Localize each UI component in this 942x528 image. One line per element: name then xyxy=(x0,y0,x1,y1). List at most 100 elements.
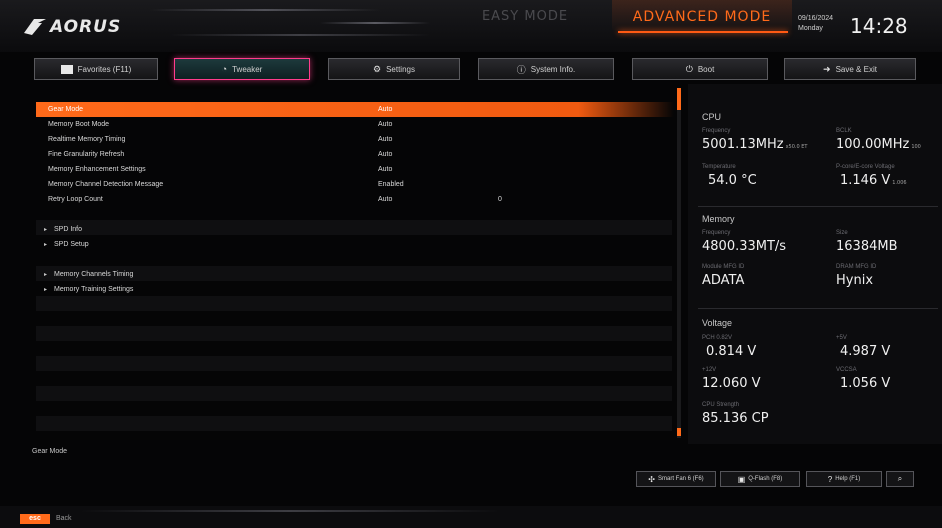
system-info-panel: CPU Frequency 5001.13MHz x50.0 ET BCLK 10… xyxy=(688,84,942,444)
q-flash-label: Q-Flash (F8) xyxy=(748,476,783,482)
search-icon: ⌕ xyxy=(897,474,903,483)
setting-label: Memory Boot Mode xyxy=(48,121,110,128)
decor-streak xyxy=(150,9,380,11)
setting-fine-granularity-refresh[interactable]: Fine Granularity Refresh Auto xyxy=(36,147,674,162)
bclk-value: 100.00MHz 100 xyxy=(836,137,921,152)
bullet-icon: ▸ xyxy=(44,272,48,278)
tab-boot[interactable]: ⏻ Boot xyxy=(632,58,768,80)
date-text: 09/16/2024 xyxy=(798,15,834,22)
setting-value[interactable]: Auto xyxy=(378,151,392,158)
voltage-section-title: Voltage xyxy=(702,318,733,328)
tab-label: Boot xyxy=(697,64,715,74)
tab-settings[interactable]: ⚙ Settings xyxy=(328,58,460,80)
tab-system-info[interactable]: ⓘ System Info. xyxy=(478,58,614,80)
setting-value[interactable]: Auto xyxy=(378,136,392,143)
advanced-mode-indicator xyxy=(618,31,788,33)
advanced-mode-tab[interactable]: ADVANCED MODE xyxy=(612,0,792,30)
tab-save-exit[interactable]: ➜ Save & Exit xyxy=(784,58,916,80)
12v-label: +12V xyxy=(702,367,717,373)
12v-value: 12.060 V xyxy=(702,376,761,391)
bottom-bar: esc Back xyxy=(0,506,942,528)
submenu-label: SPD Info xyxy=(54,226,83,233)
smart-fan-button[interactable]: ✣ Smart Fan 6 (F6) xyxy=(636,471,716,487)
memory-frequency-label: Frequency xyxy=(702,230,731,236)
smart-fan-label: Smart Fan 6 (F6) xyxy=(658,476,704,482)
submenu-label: Memory Training Settings xyxy=(54,286,134,293)
decor-streak xyxy=(320,22,430,24)
setting-gear-mode[interactable]: Gear Mode Auto xyxy=(36,102,674,117)
pch-voltage-value: 0.814 V xyxy=(706,344,757,359)
setting-value[interactable]: Enabled xyxy=(378,181,404,188)
search-button[interactable]: ⌕ xyxy=(886,471,914,487)
date-display: 09/16/2024 Monday xyxy=(798,14,833,34)
gauge-icon: ◔ xyxy=(221,64,228,74)
esc-key[interactable]: esc xyxy=(20,514,50,524)
submenu-spd-info[interactable]: ▸ SPD Info xyxy=(36,222,674,237)
memory-section-title: Memory xyxy=(702,214,735,224)
setting-extra-value[interactable]: 0 xyxy=(498,196,502,203)
q-flash-button[interactable]: ▣ Q-Flash (F8) xyxy=(720,471,800,487)
back-label[interactable]: Back xyxy=(56,515,72,522)
bullet-icon: ▸ xyxy=(44,242,48,248)
scrollbar-thumb[interactable] xyxy=(677,88,681,110)
cpu-frequency-value: 5001.13MHz x50.0 ET xyxy=(702,137,808,152)
setting-retry-loop-count[interactable]: Retry Loop Count Auto 0 xyxy=(36,192,674,207)
dram-mfg-value: Hynix xyxy=(836,273,874,288)
tab-label: Settings xyxy=(386,64,415,74)
power-icon: ⏻ xyxy=(685,63,693,74)
cpu-section-title: CPU xyxy=(702,112,722,122)
setting-label: Realtime Memory Timing xyxy=(48,136,126,143)
submenu-memory-training-settings[interactable]: ▸ Memory Training Settings xyxy=(36,282,674,297)
eagle-icon xyxy=(24,19,46,35)
section-divider xyxy=(698,206,938,207)
5v-label: +5V xyxy=(836,335,847,341)
fan-icon: ✣ xyxy=(648,474,655,484)
decor-streak xyxy=(170,34,430,36)
section-divider xyxy=(698,308,938,309)
setting-value[interactable]: Auto xyxy=(378,196,392,203)
pch-voltage-label: PCH 0.82V xyxy=(702,335,733,341)
setting-label: Memory Channel Detection Message xyxy=(48,181,164,188)
submenu-memory-channels-timing[interactable]: ▸ Memory Channels Timing xyxy=(36,267,674,282)
cpu-temp-value: 54.0 °C xyxy=(708,173,757,188)
memory-size-value: 16384MB xyxy=(836,239,898,254)
dram-mfg-label: DRAM MFG ID xyxy=(836,264,877,270)
help-button[interactable]: ? Help (F1) xyxy=(806,471,882,487)
module-mfg-label: Module MFG ID xyxy=(702,264,745,270)
bclk-label: BCLK xyxy=(836,128,852,134)
vccsa-value: 1.056 V xyxy=(840,376,891,391)
module-mfg-value: ADATA xyxy=(702,273,745,288)
cpu-frequency-label: Frequency xyxy=(702,128,731,134)
tab-label: Favorites (F11) xyxy=(77,64,132,74)
exit-icon: ➜ xyxy=(823,63,831,74)
tab-label: System Info. xyxy=(530,64,576,74)
cpu-strength-value: 85.136 CP xyxy=(702,411,769,426)
info-icon: ⓘ xyxy=(516,64,526,75)
aorus-logo: AORUS xyxy=(22,15,142,39)
cpu-strength-label: CPU Strength xyxy=(702,402,740,408)
setting-value[interactable]: Auto xyxy=(378,121,392,128)
tab-label: Tweaker xyxy=(232,64,263,74)
setting-memory-boot-mode[interactable]: Memory Boot Mode Auto xyxy=(36,117,674,132)
easy-mode-tab[interactable]: EASY MODE xyxy=(440,0,610,28)
tab-label: Save & Exit xyxy=(835,64,877,74)
setting-channel-detection-message[interactable]: Memory Channel Detection Message Enabled xyxy=(36,177,674,192)
help-icon: ? xyxy=(827,474,833,484)
core-voltage-value: 1.146 V 1.006 xyxy=(840,173,907,188)
help-label: Help (F1) xyxy=(835,476,861,482)
star-icon xyxy=(60,64,73,74)
setting-value[interactable]: Auto xyxy=(378,166,392,173)
submenu-label: SPD Setup xyxy=(54,241,89,248)
memory-frequency-value: 4800.33MT/s xyxy=(702,239,787,254)
tab-favorites[interactable]: Favorites (F11) xyxy=(34,58,158,80)
gear-icon: ⚙ xyxy=(373,63,382,74)
setting-memory-enhancement[interactable]: Memory Enhancement Settings Auto xyxy=(36,162,674,177)
tab-tweaker[interactable]: ◔ Tweaker xyxy=(174,58,310,80)
submenu-spd-setup[interactable]: ▸ SPD Setup xyxy=(36,237,674,252)
setting-realtime-memory-timing[interactable]: Realtime Memory Timing Auto xyxy=(36,132,674,147)
setting-value[interactable]: Auto xyxy=(378,106,392,113)
submenu-label: Memory Channels Timing xyxy=(54,271,134,278)
weekday-text: Monday xyxy=(798,25,823,32)
scrollbar[interactable] xyxy=(677,88,681,438)
setting-label: Retry Loop Count xyxy=(48,196,103,203)
